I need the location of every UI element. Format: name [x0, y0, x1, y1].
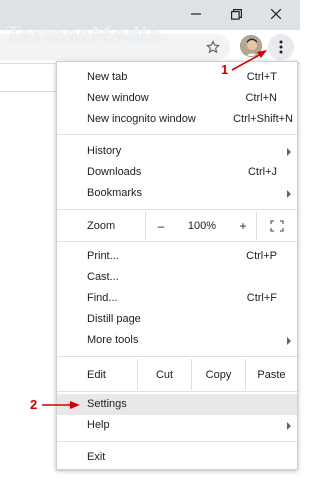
menu-item-bookmarks[interactable]: Bookmarks — [57, 183, 297, 204]
close-button[interactable] — [256, 0, 296, 28]
zoom-level: 100% — [187, 220, 217, 232]
chevron-right-icon — [287, 337, 291, 345]
menu-item-distill-page[interactable]: Distill page — [57, 309, 297, 330]
minimize-icon — [191, 13, 201, 15]
menu-item-label: Help — [87, 419, 110, 431]
restore-icon — [230, 8, 242, 20]
menu-item-help[interactable]: Help — [57, 415, 297, 436]
menu-item-label: Print... — [87, 250, 119, 262]
menu-item-label: History — [87, 145, 122, 157]
menu-item-label: New tab — [87, 71, 128, 83]
step-1-arrow — [231, 50, 267, 71]
menu-item-more-tools[interactable]: More tools — [57, 330, 297, 351]
menu-item-label: More tools — [87, 334, 139, 346]
chevron-right-icon — [287, 422, 291, 430]
menu-item-label: Downloads — [87, 166, 142, 178]
menu-separator — [57, 241, 297, 242]
chrome-menu-button[interactable] — [268, 34, 294, 60]
bookmark-star-button[interactable] — [203, 37, 223, 57]
menu-item-print[interactable]: Print... Ctrl+P — [57, 246, 297, 267]
zoom-out-button[interactable]: – — [146, 212, 176, 240]
menu-item-label: Exit — [87, 451, 106, 463]
menu-item-find[interactable]: Find... Ctrl+F — [57, 288, 297, 309]
zoom-in-button[interactable]: + — [228, 212, 258, 240]
menu-item-shortcut: Ctrl+Shift+N — [233, 113, 293, 125]
menu-separator — [57, 356, 297, 357]
menu-item-cast[interactable]: Cast... — [57, 267, 297, 288]
menu-item-label: Settings — [87, 398, 127, 410]
step-2-arrow — [42, 401, 80, 409]
menu-separator — [57, 441, 297, 442]
fullscreen-icon — [270, 220, 284, 232]
menu-item-shortcut: Ctrl+J — [247, 166, 277, 178]
menu-item-shortcut: Ctrl+F — [246, 292, 277, 304]
menu-item-shortcut: Ctrl+N — [245, 92, 277, 104]
page-content — [0, 64, 56, 92]
menu-item-new-window[interactable]: New window Ctrl+N — [57, 88, 297, 109]
zoom-row: Zoom – 100% + — [57, 212, 297, 240]
menu-item-shortcut: Ctrl+P — [246, 250, 277, 262]
minimize-button[interactable] — [176, 0, 216, 28]
menu-item-settings[interactable]: Settings — [57, 394, 297, 415]
copy-button[interactable]: Copy — [191, 359, 245, 390]
menu-item-label: Bookmarks — [87, 187, 143, 199]
menu-item-new-incognito-window[interactable]: New incognito window Ctrl+Shift+N — [57, 109, 297, 130]
edit-label: Edit — [87, 369, 106, 381]
paste-button[interactable]: Paste — [245, 359, 297, 390]
menu-item-label: New window — [87, 92, 149, 104]
menu-item-label: Find... — [87, 292, 118, 304]
chevron-right-icon — [287, 148, 291, 156]
close-icon — [271, 9, 281, 19]
zoom-label: Zoom — [87, 220, 116, 232]
fullscreen-button[interactable] — [257, 212, 297, 240]
menu-item-exit[interactable]: Exit — [57, 447, 297, 468]
zoom-control: – 100% + — [145, 212, 257, 240]
star-icon — [206, 40, 220, 54]
cut-button[interactable]: Cut — [137, 359, 191, 390]
step-1-label: 1 — [221, 62, 229, 77]
menu-item-label: Cast... — [87, 271, 119, 283]
menu-separator — [57, 134, 297, 135]
menu-separator — [57, 391, 297, 392]
restore-button[interactable] — [216, 0, 256, 28]
edit-row: Edit Cut Copy Paste — [57, 359, 297, 390]
step-2-label: 2 — [30, 397, 38, 412]
three-dot-menu-icon — [279, 40, 283, 54]
menu-item-downloads[interactable]: Downloads Ctrl+J — [57, 162, 297, 183]
menu-item-history[interactable]: History — [57, 141, 297, 162]
menu-separator — [57, 209, 297, 210]
chevron-right-icon — [287, 190, 291, 198]
menu-item-label: Distill page — [87, 313, 141, 325]
watermark: TermasMedia — [6, 22, 163, 46]
menu-item-label: New incognito window — [87, 113, 196, 125]
chrome-menu: New tab Ctrl+T New window Ctrl+N New inc… — [56, 61, 298, 470]
